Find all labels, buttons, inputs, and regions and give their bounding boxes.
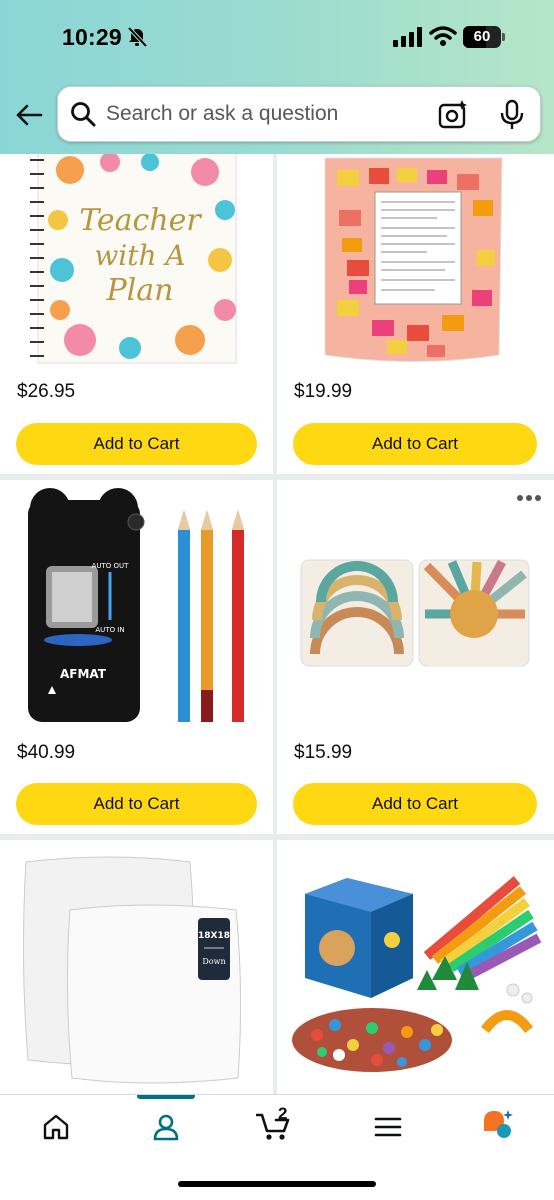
bell-off-icon [127, 26, 148, 48]
tab-cart[interactable] [246, 1105, 306, 1149]
product-card[interactable]: 18X18 Down [0, 840, 273, 1100]
back-arrow-icon[interactable] [14, 100, 44, 130]
battery-level: 60 [473, 28, 491, 45]
product-price: $15.99 [294, 742, 353, 763]
search-input[interactable] [106, 95, 426, 133]
microphone-icon[interactable] [498, 99, 526, 131]
product-grid: Teacher with A Plan $26.95 Add to Cart $… [0, 0, 554, 1200]
search-bar[interactable] [57, 86, 541, 142]
product-price: $26.95 [17, 381, 76, 402]
product-card[interactable]: Teacher with A Plan $26.95 Add to Cart [0, 150, 273, 474]
product-price: $19.99 [294, 381, 353, 402]
home-icon [43, 1114, 69, 1140]
add-to-cart-button[interactable]: Add to Cart [293, 783, 537, 825]
svg-text:AUTO OUT: AUTO OUT [92, 562, 130, 570]
tab-menu[interactable] [358, 1105, 418, 1149]
product-image-planner[interactable]: Teacher with A Plan [0, 150, 273, 365]
home-indicator [178, 1181, 376, 1187]
status-time: 10:29 [62, 24, 122, 50]
add-to-cart-button[interactable]: Add to Cart [16, 783, 257, 825]
planner-cover-text: Teacher [79, 203, 202, 238]
sharpener-brand-text: AFMAT [60, 667, 107, 681]
product-image-pillow-covers[interactable] [277, 504, 554, 744]
battery-indicator: 60 [463, 26, 505, 48]
wifi-icon [429, 26, 457, 46]
svg-text:Plan: Plan [106, 273, 174, 308]
more-options-icon[interactable] [516, 494, 542, 502]
svg-text:AUTO IN: AUTO IN [95, 626, 124, 634]
active-tab-indicator [137, 1095, 195, 1099]
tab-home[interactable] [26, 1105, 86, 1149]
tab-rufus[interactable] [470, 1105, 530, 1149]
tab-you[interactable] [136, 1105, 196, 1149]
insert-size-text: 18X18 [198, 931, 230, 941]
product-image-building-pieces[interactable] [277, 840, 554, 1094]
person-icon [153, 1114, 179, 1141]
add-to-cart-button[interactable]: Add to Cart [16, 423, 257, 465]
app-header: 10:29 60 [0, 0, 554, 154]
svg-text:with A: with A [94, 239, 185, 272]
product-image-candy[interactable] [277, 150, 554, 365]
add-to-cart-button[interactable]: Add to Cart [293, 423, 537, 465]
product-card[interactable]: $15.99 Add to Cart [277, 480, 554, 834]
product-image-pillow-inserts[interactable]: 18X18 Down [0, 840, 273, 1094]
product-image-pencil-sharpener[interactable]: AUTO OUT AUTO IN AFMAT [0, 480, 273, 735]
menu-icon [374, 1117, 402, 1137]
product-price: $40.99 [17, 742, 76, 763]
search-icon [71, 102, 96, 127]
product-card[interactable]: AUTO OUT AUTO IN AFMAT $40.99 Add to Car… [0, 480, 273, 834]
svg-text:Down: Down [202, 957, 225, 966]
cellular-signal-icon [393, 27, 422, 47]
rufus-assistant-icon [484, 1110, 513, 1138]
cart-count-badge: 2 [278, 1104, 288, 1123]
camera-lens-icon[interactable] [438, 100, 468, 130]
product-card[interactable] [277, 840, 554, 1100]
product-card[interactable]: $19.99 Add to Cart [277, 150, 554, 474]
